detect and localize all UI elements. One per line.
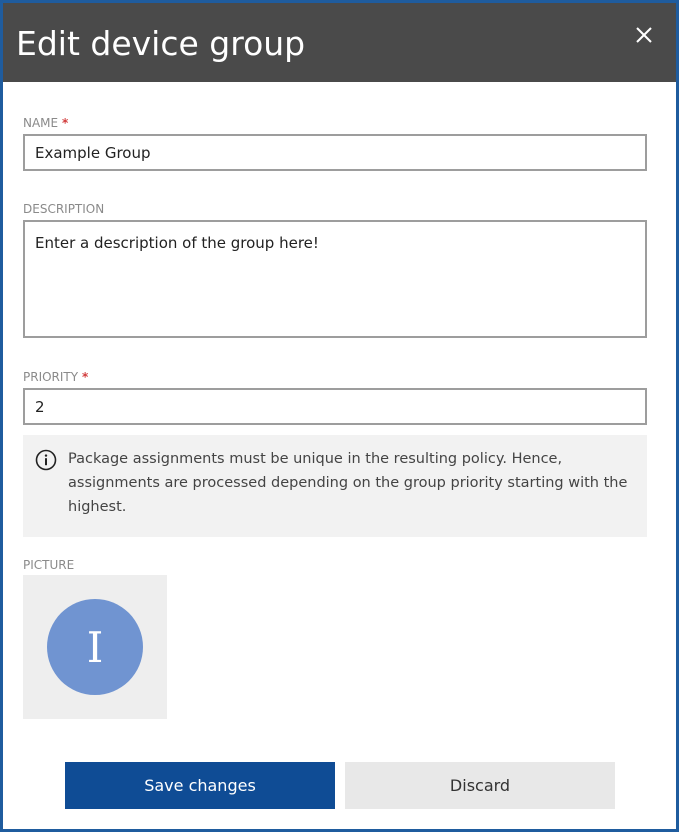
priority-input[interactable] <box>23 388 647 425</box>
priority-label-text: PRIORITY <box>23 370 79 384</box>
description-textarea[interactable]: Enter a description of the group here! <box>23 220 647 338</box>
picture-picker[interactable]: I <box>23 575 167 719</box>
priority-label: PRIORITY * <box>23 370 88 384</box>
avatar: I <box>47 599 143 695</box>
name-input[interactable] <box>23 134 647 171</box>
description-label: DESCRIPTION <box>23 202 105 216</box>
dialog-title: Edit device group <box>16 24 306 63</box>
edit-device-group-dialog: Edit device group NAME * DESCRIPTION Ent… <box>0 0 679 832</box>
save-changes-button[interactable]: Save changes <box>65 762 335 809</box>
info-text: Package assignments must be unique in th… <box>68 451 628 515</box>
priority-required-marker: * <box>81 370 89 384</box>
info-message: Package assignments must be unique in th… <box>23 435 647 537</box>
discard-button[interactable]: Discard <box>345 762 615 809</box>
avatar-letter: I <box>86 622 104 672</box>
name-label-text: NAME <box>23 116 59 130</box>
close-button[interactable] <box>632 23 656 47</box>
picture-label: PICTURE <box>23 558 75 572</box>
info-icon <box>35 449 57 471</box>
dialog-header: Edit device group <box>3 3 676 82</box>
name-label: NAME * <box>23 116 68 130</box>
name-required-marker: * <box>61 116 69 130</box>
close-icon <box>636 27 652 43</box>
